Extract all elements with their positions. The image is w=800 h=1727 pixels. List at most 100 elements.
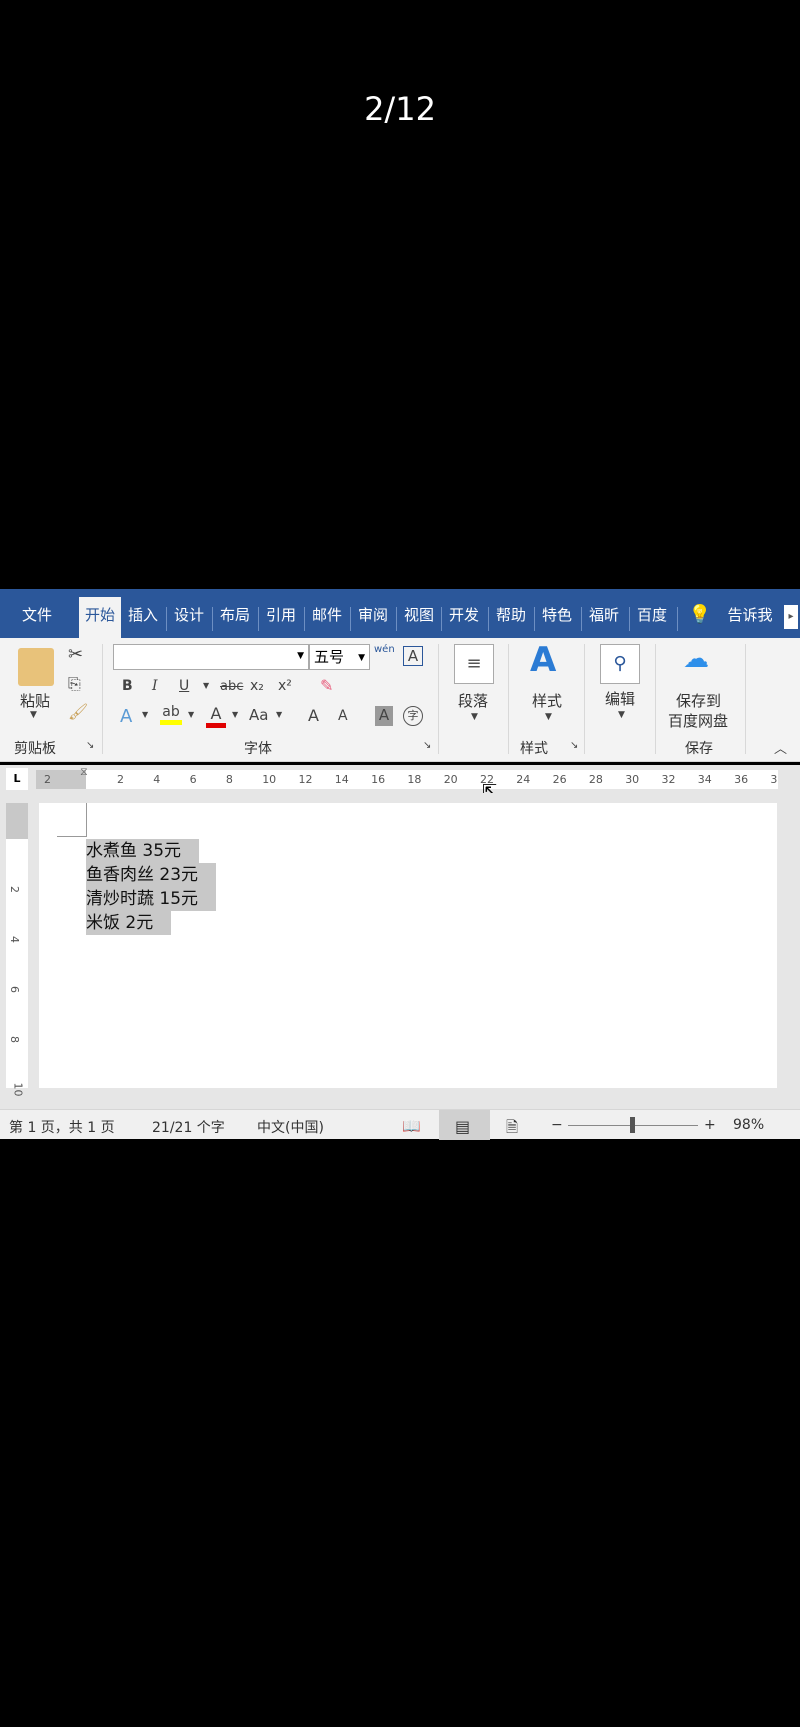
character-shading-button[interactable]: A (375, 706, 393, 726)
document-line[interactable]: 鱼香肉丝 23元 (86, 863, 217, 887)
tab-features[interactable]: 特色 (539, 589, 575, 638)
ruler-number: 20 (443, 773, 458, 786)
horizontal-ruler[interactable]: L ⧖ 2 2 4 6 8 10 12 14 16 18 20 22 24 26 28 30 32 34 36 3 ⇱ (0, 765, 800, 802)
zoom-slider-thumb[interactable] (629, 1117, 635, 1133)
chevron-down-icon[interactable]: ▼ (188, 710, 194, 719)
superscript-button[interactable]: x² (278, 678, 292, 694)
tab-view[interactable]: 视图 (401, 589, 437, 638)
paragraph-icon[interactable]: ≡ (454, 644, 494, 684)
tab-design[interactable]: 设计 (171, 589, 207, 638)
tab-foxit[interactable]: 福昕 (586, 589, 622, 638)
font-color-icon[interactable]: A (206, 704, 226, 728)
print-layout-icon[interactable]: ▤ (455, 1117, 470, 1136)
clipboard-launcher-icon[interactable]: ↘ (86, 740, 94, 751)
font-size-select[interactable]: 五号 ▼ (309, 644, 370, 670)
chevron-down-icon[interactable]: ▼ (203, 681, 209, 690)
indent-marker[interactable]: ⧖ (80, 765, 88, 779)
change-case-button[interactable]: Aa (249, 706, 268, 724)
document-line[interactable]: 清炒时蔬 15元 (86, 887, 217, 911)
underline-button[interactable]: U (179, 678, 189, 694)
format-painter-icon[interactable]: 🖌 (68, 702, 88, 721)
styles-launcher-icon[interactable]: ↘ (570, 740, 578, 751)
tab-baidu[interactable]: 百度 (634, 589, 670, 638)
lightbulb-icon[interactable]: 💡 (688, 589, 712, 638)
italic-button[interactable]: I (152, 678, 158, 694)
tab-tell-me[interactable]: 告诉我 (722, 589, 778, 638)
tab-references[interactable]: 引用 (263, 589, 299, 638)
subscript-button[interactable]: x₂ (250, 678, 264, 694)
tab-insert[interactable]: 插入 (125, 589, 161, 638)
chevron-down-icon[interactable]: ▼ (471, 712, 478, 722)
tab-mailings[interactable]: 邮件 (309, 589, 345, 638)
cut-icon[interactable]: ✂ (68, 644, 83, 665)
language[interactable]: 中文(中国) (257, 1117, 324, 1137)
tab-developer[interactable]: 开发 (446, 589, 482, 638)
zoom-level[interactable]: 98% (733, 1117, 764, 1133)
web-layout-icon[interactable]: 🗎 (506, 1117, 518, 1142)
paste-button[interactable]: 粘贴 (20, 690, 50, 711)
clear-formatting-icon[interactable]: ✎ (320, 676, 333, 695)
font-group-label: 字体 (244, 741, 272, 757)
tab-file[interactable]: 文件 (18, 589, 56, 638)
tab-home[interactable]: 开始 (79, 597, 121, 638)
status-bar: 第 1 页，共 1 页 21/21 个字 中文(中国) 📖 ▤ 🗎 − + 98… (0, 1109, 800, 1142)
baidu-netdisk-icon[interactable]: ☁ (683, 644, 709, 674)
paragraph-button[interactable]: 段落 (458, 690, 488, 711)
ruler-number: 8 (225, 773, 233, 786)
ruler-number: 10 (262, 773, 277, 786)
save-to-baidu-button[interactable]: 保存到 (676, 690, 721, 711)
document-line[interactable]: 米饭 2元 (86, 911, 172, 935)
chevron-down-icon[interactable]: ▼ (232, 710, 238, 719)
chevron-down-icon[interactable]: ▼ (276, 710, 282, 719)
page-counter: 2/12 (364, 90, 436, 128)
paste-dropdown-icon[interactable]: ▼ (30, 710, 37, 720)
zoom-out-button[interactable]: − (551, 1117, 563, 1133)
strikethrough-button[interactable]: abc (220, 679, 243, 694)
chevron-down-icon[interactable]: ▼ (545, 712, 552, 722)
copy-icon[interactable]: ⎘ (68, 674, 81, 694)
ruler-number: 30 (625, 773, 640, 786)
chevron-down-icon[interactable]: ▼ (618, 710, 625, 720)
styles-group-label: 样式 (520, 741, 548, 757)
bold-button[interactable]: B (122, 678, 133, 694)
tab-help[interactable]: 帮助 (493, 589, 529, 638)
vruler-number: 8 (8, 1036, 21, 1043)
font-name-select[interactable]: ▼ (113, 644, 309, 670)
grow-font-button[interactable]: A (308, 706, 319, 725)
tab-review[interactable]: 审阅 (355, 589, 391, 638)
ruler-number: 14 (334, 773, 349, 786)
paste-icon[interactable] (18, 648, 54, 686)
tab-layout[interactable]: 布局 (217, 589, 253, 638)
ruler-number: 2 (117, 773, 124, 786)
phonetic-guide-icon[interactable]: wén (374, 644, 395, 655)
read-mode-icon[interactable]: 📖 (402, 1117, 421, 1135)
ruler-number: 28 (588, 773, 603, 786)
character-border-icon[interactable]: A (403, 646, 423, 666)
scroll-tabs-right-icon[interactable]: ▸ (784, 605, 798, 629)
font-launcher-icon[interactable]: ↘ (423, 740, 431, 751)
styles-button[interactable]: 样式 (532, 690, 562, 711)
ruler-number: 6 (189, 773, 197, 786)
search-icon[interactable]: ⚲ (600, 644, 640, 684)
vruler-number: 6 (8, 986, 21, 993)
text-effects-icon[interactable]: A (120, 706, 132, 727)
ribbon-tabs: 文件 开始 插入 设计 布局 引用 邮件 审阅 视图 开发 帮助 特色 福昕 百… (0, 589, 800, 638)
vertical-ruler[interactable]: 2 4 6 8 10 (6, 803, 28, 1097)
styles-icon[interactable]: A (530, 640, 556, 680)
word-count[interactable]: 21/21 个字 (152, 1117, 225, 1137)
save-to-baidu-label2: 百度网盘 (668, 712, 729, 730)
page-count[interactable]: 第 1 页，共 1 页 (9, 1117, 115, 1137)
chevron-down-icon[interactable]: ▼ (142, 710, 148, 719)
collapse-ribbon-icon[interactable]: ︿ (774, 738, 787, 757)
zoom-in-button[interactable]: + (704, 1117, 716, 1133)
enclose-characters-button[interactable]: 字 (403, 706, 423, 726)
document-line[interactable]: 水煮鱼 35元 (86, 839, 200, 863)
ruler-number: 12 (298, 773, 313, 786)
shrink-font-button[interactable]: A (338, 708, 348, 724)
vruler-number: 4 (8, 936, 21, 943)
vruler-number: 10 (11, 1082, 25, 1097)
tab-selector[interactable]: L (6, 768, 28, 790)
highlight-icon[interactable]: ab (160, 704, 182, 725)
editing-button[interactable]: 编辑 (605, 688, 635, 709)
ruler-number: 36 (734, 773, 749, 786)
